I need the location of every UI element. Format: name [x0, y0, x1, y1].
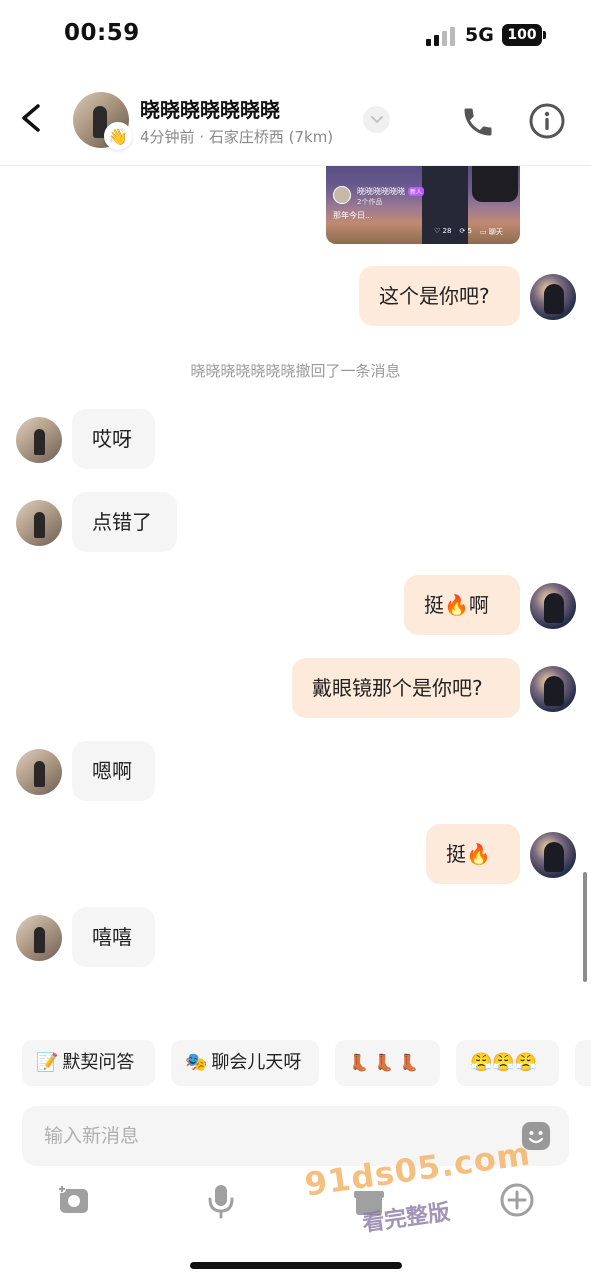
my-avatar[interactable] [530, 583, 576, 629]
card-username: 晓晓晓晓晓晓 新人 [357, 187, 425, 196]
message-bubble-incoming[interactable]: 嘻嘻 [72, 907, 155, 967]
chat-icon: ▭ 聊天 [480, 228, 503, 236]
status-time: 00:59 [64, 20, 140, 46]
contact-status: 4分钟前 · 石家庄桥西 (7km) [140, 128, 334, 146]
voice-button[interactable] [201, 1180, 241, 1220]
recall-notice: 晓晓晓晓晓晓晓撤回了一条消息 [190, 362, 401, 380]
message-bubble-incoming[interactable]: 哎呀 [72, 409, 155, 469]
status-bar: 00:59 5G 100 [0, 0, 591, 70]
my-avatar[interactable] [530, 832, 576, 878]
message-bubble-incoming[interactable]: 嗯啊 [72, 741, 155, 801]
card-tag: 新人 [408, 187, 425, 196]
info-button[interactable] [528, 102, 566, 140]
card-post-count: 2个作品 [357, 198, 383, 206]
contact-avatar-small[interactable] [16, 749, 62, 795]
message-bubble-incoming[interactable]: 点错了 [72, 492, 177, 552]
info-icon [529, 103, 565, 139]
contact-avatar-small[interactable] [16, 915, 62, 961]
my-avatar[interactable] [530, 666, 576, 712]
more-button[interactable] [497, 1180, 537, 1220]
quiz-icon: 📝 [36, 1052, 59, 1073]
contact-avatar-small[interactable] [16, 417, 62, 463]
call-button[interactable] [460, 104, 496, 140]
quick-reply-chip[interactable]: 😤😤😤 [456, 1040, 559, 1086]
wave-hand-icon: 👋 [104, 122, 132, 150]
message-bubble-outgoing[interactable]: 戴眼镜那个是你吧? [292, 658, 520, 718]
message-bubble-outgoing[interactable]: 挺🔥啊 [404, 575, 520, 635]
microphone-icon [208, 1185, 234, 1219]
my-avatar[interactable] [530, 274, 576, 320]
message-bubble-outgoing[interactable]: 挺🔥 [426, 824, 520, 884]
camera-icon [58, 1185, 88, 1213]
scrollbar[interactable] [583, 872, 587, 982]
quick-reply-chip[interactable]: 📝 默契问答 [22, 1040, 155, 1086]
card-avatar [333, 186, 351, 204]
network-type: 5G [465, 24, 494, 46]
phone-icon [464, 108, 492, 136]
mask-icon: 🎭 [185, 1052, 208, 1073]
home-indicator[interactable] [190, 1262, 402, 1269]
signal-icon [426, 26, 456, 46]
contact-name[interactable]: 晓晓晓晓晓晓晓 [140, 94, 280, 123]
chat-header: 👋 晓晓晓晓晓晓晓 4分钟前 · 石家庄桥西 (7km) [0, 70, 591, 166]
quick-reply-chip[interactable]: 🎭 聊会儿天呀 [171, 1040, 319, 1086]
quick-reply-chip-overflow[interactable] [575, 1040, 591, 1086]
card-stats: ♡ 28 ⟳ 5 ▭ 聊天 [434, 227, 503, 237]
contact-avatar-small[interactable] [16, 500, 62, 546]
photo-button[interactable] [54, 1180, 94, 1220]
share-icon: ⟳ 5 [459, 227, 472, 235]
plus-circle-icon [500, 1183, 534, 1217]
battery-icon: 100 [502, 24, 546, 46]
card-caption: 那年今日... [333, 211, 373, 220]
chevron-left-icon [22, 104, 40, 132]
message-bubble-outgoing[interactable]: 这个是你吧? [359, 266, 520, 326]
chevron-down-icon [370, 115, 383, 123]
like-icon: ♡ 28 [434, 227, 452, 235]
expand-button[interactable] [363, 106, 390, 133]
back-button[interactable] [14, 98, 50, 138]
quick-reply-chip[interactable]: 👢 👢 👢 [335, 1040, 440, 1086]
